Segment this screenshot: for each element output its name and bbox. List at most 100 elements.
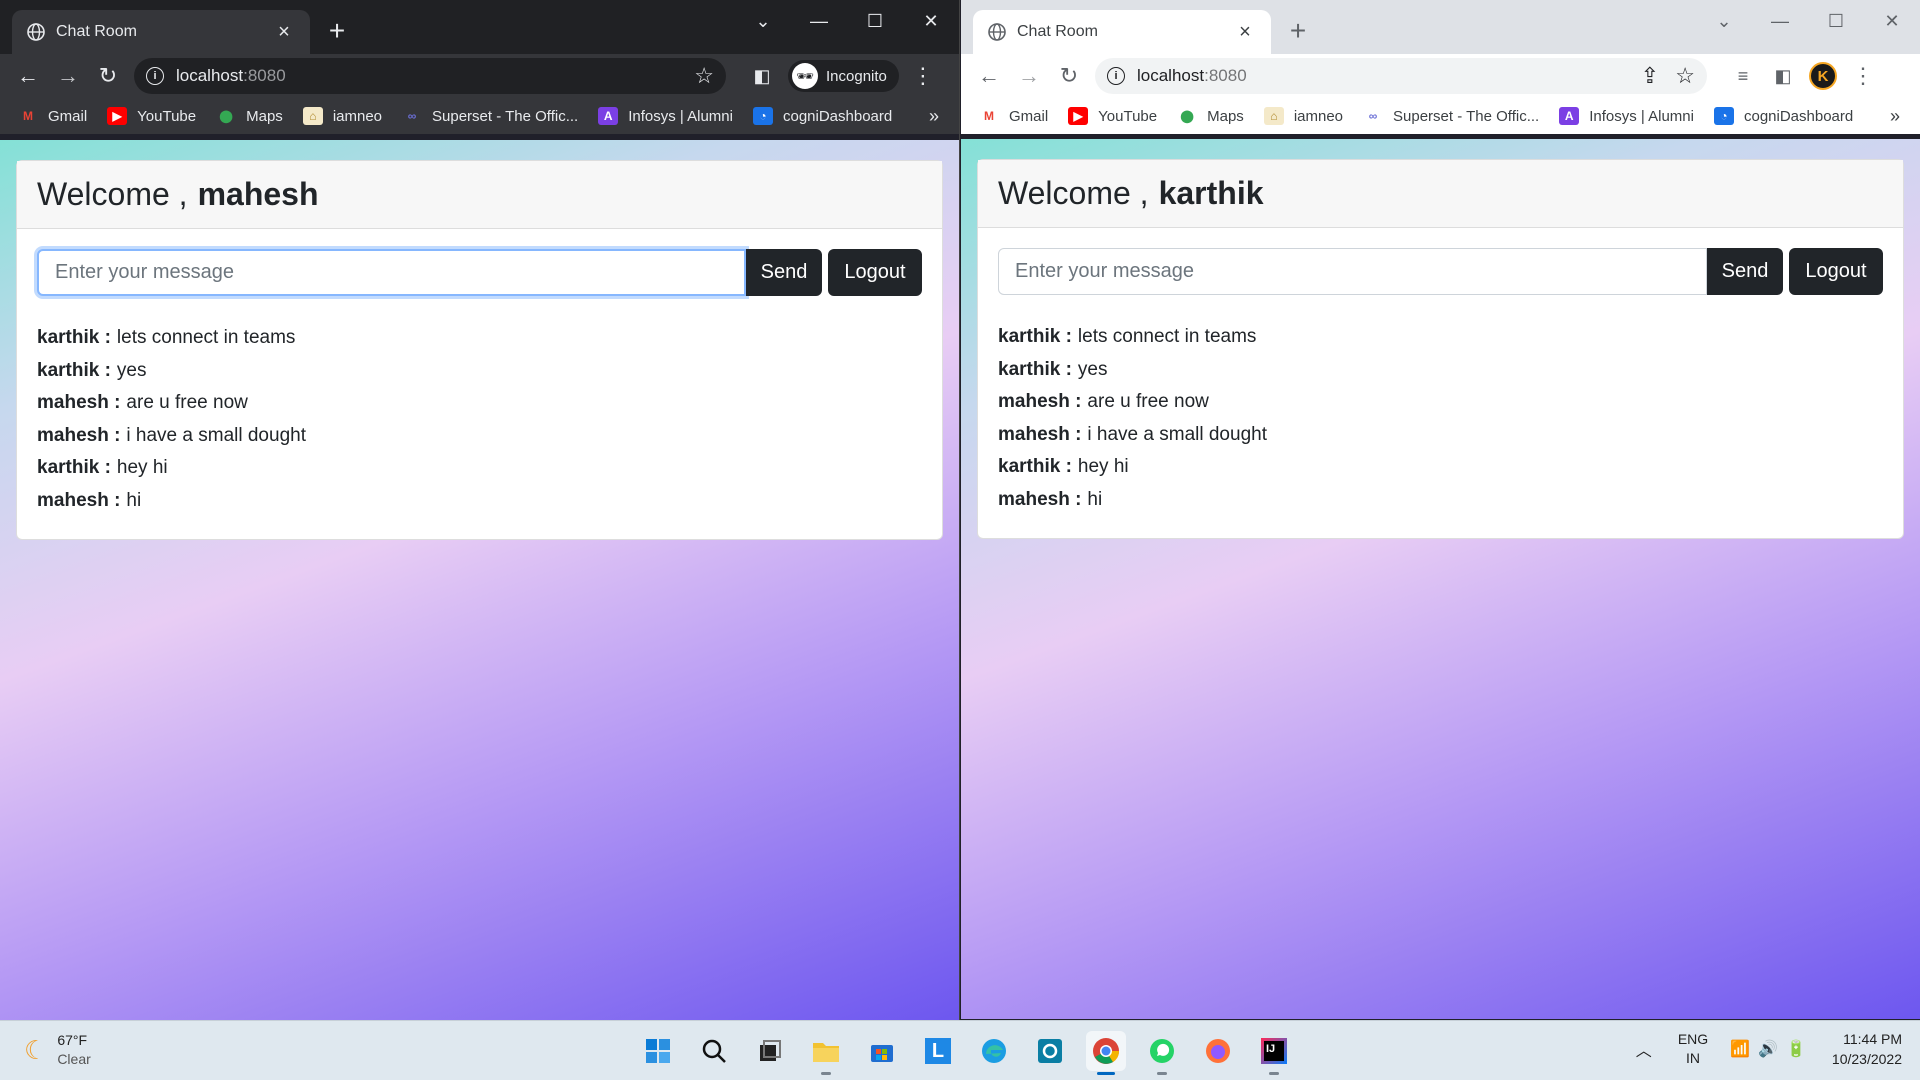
address-bar[interactable]: i localhost:8080 ☆ [134, 58, 726, 94]
file-explorer-icon[interactable] [806, 1031, 846, 1075]
iamneo-icon: ⌂ [302, 107, 323, 125]
reload-icon[interactable]: ↻ [88, 56, 128, 96]
new-tab-button[interactable]: + [322, 16, 352, 46]
bookmark-cognidashboard[interactable]: ◔ cogniDashboard [1713, 107, 1853, 125]
site-info-icon[interactable]: i [146, 67, 164, 85]
side-panel-icon[interactable]: ◧ [742, 56, 782, 96]
time: 11:44 PM [1843, 1031, 1902, 1047]
running-indicator [1269, 1072, 1279, 1075]
bookmark-iamneo[interactable]: ⌂ iamneo [1263, 107, 1343, 125]
bookmark-iamneo[interactable]: ⌂ iamneo [302, 107, 382, 125]
chat-message: mahesh : are u free now [37, 387, 922, 420]
forward-icon[interactable]: → [1009, 56, 1049, 96]
close-tab-icon[interactable]: × [1233, 21, 1257, 44]
logout-button[interactable]: Logout [1789, 248, 1883, 295]
address-bar[interactable]: i localhost:8080 ⇪ ☆ [1095, 58, 1707, 94]
system-tray: ︿ ENG IN 📶 🔊 🔋 11:44 PM 10/23/2022 [1636, 1029, 1902, 1069]
message-sender: mahesh : [37, 392, 121, 413]
iamneo-icon: ⌂ [1263, 107, 1284, 125]
close-tab-icon[interactable]: × [272, 21, 296, 44]
reload-icon[interactable]: ↻ [1049, 56, 1089, 96]
store-icon[interactable] [862, 1031, 902, 1071]
bookmark-maps[interactable]: ⬤ Maps [1177, 107, 1243, 125]
send-button[interactable]: Send [746, 249, 822, 296]
maximize-icon[interactable]: ☐ [847, 6, 903, 36]
reading-list-icon[interactable]: ≡ [1723, 56, 1763, 96]
menu-icon[interactable]: ⋮ [903, 56, 943, 96]
bookmarks-overflow-icon[interactable]: » [1890, 106, 1900, 127]
message-input[interactable] [37, 249, 746, 296]
minimize-icon[interactable]: — [1752, 6, 1808, 36]
back-icon[interactable]: ← [8, 56, 48, 96]
maximize-icon[interactable]: ☐ [1808, 6, 1864, 36]
menu-icon[interactable]: ⋮ [1843, 56, 1883, 96]
bookmark-maps[interactable]: ⬤ Maps [216, 107, 282, 125]
maps-icon: ⬤ [1180, 109, 1194, 123]
whatsapp-icon[interactable] [1142, 1031, 1182, 1075]
site-info-icon[interactable]: i [1107, 67, 1125, 85]
bookmark-label: Gmail [1009, 107, 1049, 125]
start-icon[interactable] [638, 1031, 678, 1071]
bookmark-superset[interactable]: ∞ Superset - The Offic... [402, 107, 578, 125]
minimize-icon[interactable]: — [791, 6, 847, 36]
bookmark-star-icon[interactable]: ☆ [694, 63, 714, 89]
intellij-icon[interactable]: IJ [1254, 1031, 1294, 1075]
weather-widget[interactable]: ☾ 67°F Clear [24, 1031, 91, 1069]
bookmark-gmail[interactable]: M Gmail [18, 107, 87, 125]
forward-icon[interactable]: → [48, 56, 88, 96]
username: mahesh [197, 176, 319, 212]
message-sender: mahesh : [998, 488, 1082, 510]
bookmarks-overflow-icon[interactable]: » [929, 106, 939, 127]
username: karthik [1158, 175, 1264, 211]
bookmark-star-icon[interactable]: ☆ [1675, 63, 1695, 89]
l-app-icon[interactable]: L [918, 1031, 958, 1071]
task-view-icon[interactable] [750, 1031, 790, 1071]
message-input[interactable] [998, 248, 1707, 295]
new-tab-button[interactable]: + [1283, 16, 1313, 46]
close-window-icon[interactable]: ✕ [903, 6, 959, 36]
youtube-icon: ▶ [1068, 107, 1089, 125]
quick-settings[interactable]: 📶 🔊 🔋 [1730, 1039, 1806, 1059]
bookmark-infosys[interactable]: A Infosys | Alumni [1559, 107, 1694, 125]
tab-chat-room[interactable]: Chat Room × [12, 10, 310, 54]
show-hidden-icons[interactable]: ︿ [1636, 1037, 1652, 1061]
chat-card: Welcome , mahesh Send Logout karthik :le… [16, 160, 943, 540]
bookmark-label: Superset - The Offic... [1393, 107, 1540, 125]
logout-button[interactable]: Logout [828, 249, 922, 296]
incognito-icon: 🕶 [792, 63, 818, 89]
incognito-badge[interactable]: 🕶 Incognito [788, 60, 899, 92]
message-text: lets connect in teams [116, 327, 296, 348]
taskbar-apps: L IJ [638, 1031, 1310, 1075]
weather-condition: Clear [57, 1051, 91, 1067]
language-indicator[interactable]: ENG IN [1678, 1030, 1708, 1068]
chat-message: karthik : hey hi [37, 452, 922, 485]
bookmark-youtube[interactable]: ▶ YouTube [107, 107, 196, 125]
bookmark-youtube[interactable]: ▶ YouTube [1068, 107, 1157, 125]
bookmark-gmail[interactable]: M Gmail [979, 107, 1048, 125]
bookmark-cognidashboard[interactable]: ◔ cogniDashboard [752, 107, 892, 125]
bookmarks-bar: M Gmail ▶ YouTube ⬤ Maps ⌂ iamneo ∞ Superset - Th… [0, 98, 959, 134]
url-host: localhost [1137, 66, 1205, 85]
edge-icon[interactable] [974, 1031, 1014, 1071]
side-panel-icon[interactable]: ◧ [1763, 56, 1803, 96]
profile-avatar[interactable]: K [1803, 56, 1843, 96]
close-window-icon[interactable]: ✕ [1864, 6, 1920, 36]
bookmark-superset[interactable]: ∞ Superset - The Offic... [1363, 107, 1539, 125]
chrome-icon[interactable] [1086, 1031, 1126, 1075]
toolbar: ← → ↻ i localhost:8080 ⇪ ☆ ≡ ◧ K ⋮ [961, 54, 1920, 98]
superset-icon: ∞ [1368, 109, 1378, 123]
tab-chat-room[interactable]: Chat Room × [973, 10, 1271, 54]
cortana-icon[interactable] [1030, 1031, 1070, 1071]
tab-title: Chat Room [56, 23, 137, 40]
back-icon[interactable]: ← [969, 56, 1009, 96]
lang-primary: ENG [1677, 1031, 1709, 1047]
share-icon[interactable]: ⇪ [1641, 63, 1659, 89]
bookmark-infosys[interactable]: A Infosys | Alumni [598, 107, 733, 125]
tab-search-icon[interactable]: ⌄ [735, 6, 791, 36]
search-icon[interactable] [694, 1031, 734, 1071]
chat-message: karthik : hey hi [998, 451, 1883, 484]
clock[interactable]: 11:44 PM 10/23/2022 [1832, 1029, 1902, 1069]
firefox-icon[interactable] [1198, 1031, 1238, 1071]
send-button[interactable]: Send [1707, 248, 1783, 295]
tab-search-icon[interactable]: ⌄ [1696, 6, 1752, 36]
